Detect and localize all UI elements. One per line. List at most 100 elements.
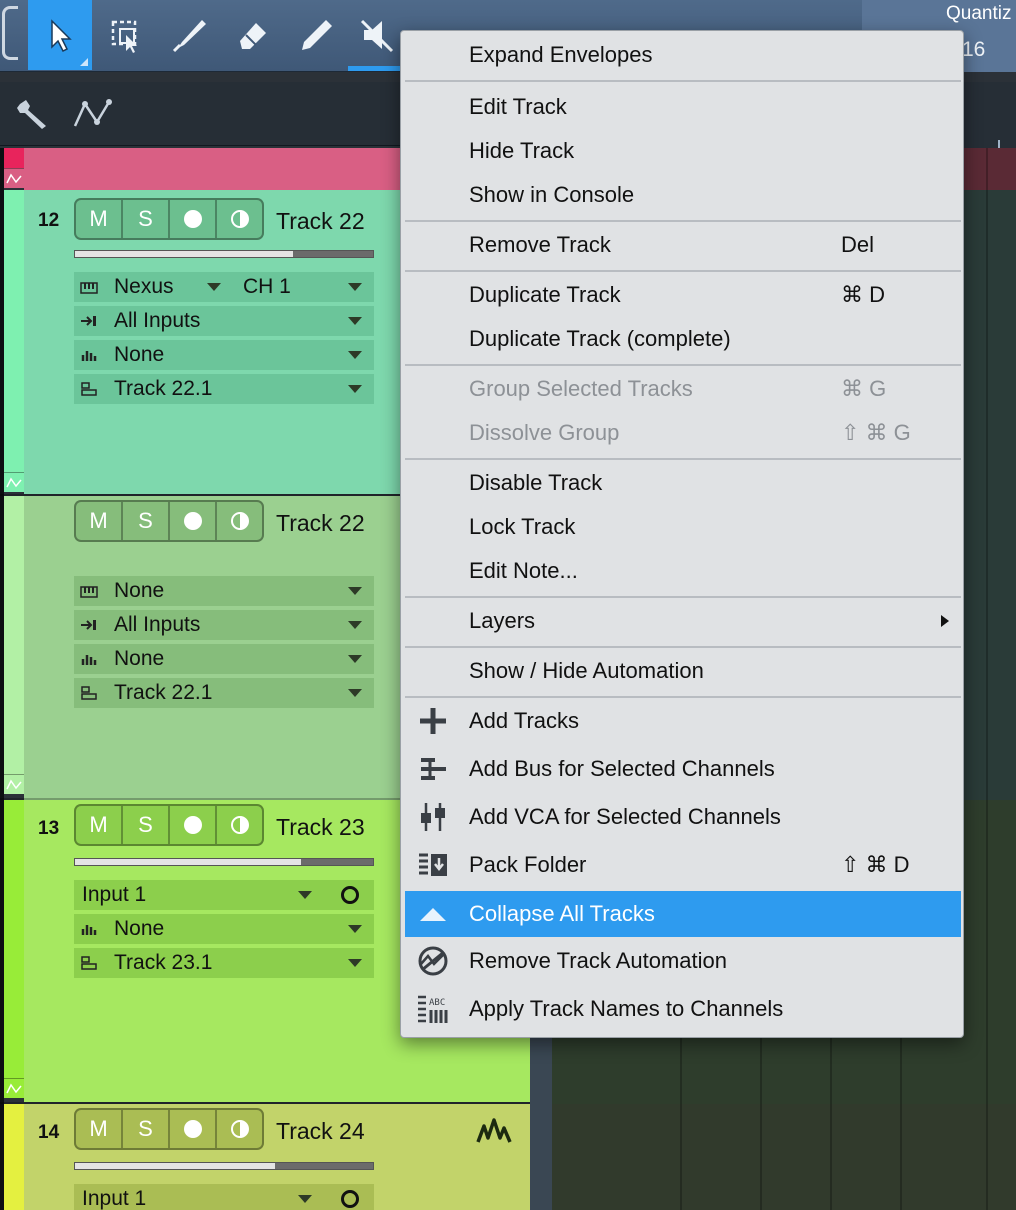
mute-button[interactable]: M — [76, 502, 123, 540]
solo-button[interactable]: S — [123, 806, 170, 844]
eraser-tool-button[interactable] — [220, 0, 284, 70]
track-buttons: M S — [74, 804, 264, 846]
menu-item-edit-track[interactable]: Edit Track — [405, 85, 961, 129]
input-select[interactable]: Input 1 — [74, 880, 324, 910]
input-select[interactable]: All Inputs — [74, 306, 374, 336]
split-tool-button[interactable] — [156, 0, 220, 70]
monitor-button[interactable] — [217, 806, 262, 844]
monitor-button[interactable] — [217, 1110, 262, 1148]
envelope-toggle-icon[interactable] — [4, 168, 24, 188]
track-name[interactable]: Track 22 — [276, 208, 365, 235]
solo-button[interactable]: S — [123, 502, 170, 540]
output-select[interactable]: Track 22.1 — [74, 374, 374, 404]
track24-color-tab[interactable] — [4, 1104, 24, 1210]
output-label: Track 23.1 — [114, 951, 213, 974]
input-row: Input 1 — [74, 1184, 374, 1210]
envelope-toggle-icon[interactable] — [4, 774, 24, 794]
mute-button[interactable]: M — [76, 1110, 123, 1148]
toolbar-bracket — [2, 6, 18, 60]
monitor-button[interactable] — [217, 502, 262, 540]
track22-color-tab[interactable] — [4, 190, 24, 472]
meter-select[interactable]: None — [74, 644, 374, 674]
circle-icon — [341, 1190, 359, 1208]
automation-envelope-icon[interactable] — [72, 96, 112, 132]
solo-button[interactable]: S — [123, 1110, 170, 1148]
track-name[interactable]: Track 23 — [276, 814, 365, 841]
mute-button[interactable]: M — [76, 200, 123, 238]
chevron-down-icon — [348, 621, 362, 629]
menu-item-add-vca[interactable]: Add VCA for Selected Channels — [405, 795, 961, 839]
menu-item-duplicate-track-complete[interactable]: Duplicate Track (complete) — [405, 317, 961, 361]
chevron-down-icon — [348, 317, 362, 325]
midi-channel-select[interactable]: CH 1 — [234, 272, 374, 302]
record-button[interactable] — [170, 200, 217, 238]
record-button[interactable] — [170, 806, 217, 844]
menu-item-lock-track[interactable]: Lock Track — [405, 505, 961, 549]
folder-color-tab[interactable] — [4, 148, 24, 168]
menu-item-remove-track[interactable]: Remove Track Del — [405, 223, 961, 267]
track-name[interactable]: Track 24 — [276, 1118, 365, 1145]
shortcut-label: ⌘ G — [841, 376, 887, 401]
wrench-icon[interactable] — [14, 96, 54, 132]
menu-item-group-selected-tracks: Group Selected Tracks ⌘ G — [469, 376, 887, 401]
volume-fader[interactable] — [74, 858, 374, 866]
track22-layer-color-tab[interactable] — [4, 496, 24, 774]
menu-item-pack-folder[interactable]: Pack Folder ⇧ ⌘ D — [405, 843, 961, 887]
menu-item-apply-track-names[interactable]: ABC Apply Track Names to Channels — [405, 987, 961, 1031]
menu-item-add-tracks[interactable]: Add Tracks — [405, 699, 961, 743]
menu-item-layers[interactable]: Layers — [405, 599, 961, 643]
track23-color-tab[interactable] — [4, 800, 24, 1078]
menu-item-edit-note[interactable]: Edit Note... — [405, 549, 961, 593]
input-monitor-toggle[interactable] — [326, 1184, 374, 1210]
tool-selection-underline — [348, 66, 400, 71]
meter-select[interactable]: None — [74, 914, 374, 944]
monitor-button[interactable] — [217, 200, 262, 238]
input-select[interactable]: All Inputs — [74, 610, 374, 640]
menu-item-duplicate-track[interactable]: Duplicate Track ⌘ D — [405, 273, 961, 317]
record-button[interactable] — [170, 502, 217, 540]
arrow-tool-button[interactable] — [28, 0, 92, 70]
monitor-icon — [230, 210, 249, 228]
output-select[interactable]: Track 23.1 — [74, 948, 374, 978]
instrument-label: Nexus — [114, 275, 174, 298]
output-label: Track 22.1 — [114, 681, 213, 704]
menu-item-show-in-console[interactable]: Show in Console — [405, 173, 961, 217]
submenu-arrow-icon — [941, 615, 949, 627]
range-tool-button[interactable] — [94, 0, 158, 70]
menu-item-disable-track[interactable]: Disable Track — [405, 461, 961, 505]
folder-track-header[interactable] — [24, 148, 400, 190]
pencil-tool-button[interactable] — [284, 0, 348, 70]
input-arrow-icon — [80, 617, 106, 633]
track-header[interactable]: 14 M S Track 24 Input 1 — [24, 1104, 530, 1210]
volume-fader[interactable] — [74, 250, 374, 258]
track-number: 12 — [38, 210, 60, 231]
mute-button[interactable]: M — [76, 806, 123, 844]
meter-select[interactable]: None — [74, 340, 374, 370]
quantize-value[interactable]: 16 — [962, 38, 985, 62]
track-name[interactable]: Track 22 — [276, 510, 365, 537]
track-context-menu: Expand Envelopes Edit Track Hide Track S… — [400, 30, 964, 1038]
input-monitor-toggle[interactable] — [326, 880, 374, 910]
output-select[interactable]: Track 22.1 — [74, 678, 374, 708]
instrument-select[interactable]: None — [74, 576, 374, 606]
instrument-select[interactable]: Nexus — [74, 272, 233, 302]
input-select[interactable]: Input 1 — [74, 1184, 324, 1210]
record-button[interactable] — [170, 1110, 217, 1148]
record-icon — [183, 816, 202, 834]
menu-item-add-bus[interactable]: Add Bus for Selected Channels — [405, 747, 961, 791]
meter-icon — [80, 921, 106, 937]
bus-icon — [415, 751, 451, 787]
input-label: All Inputs — [114, 613, 201, 636]
envelope-toggle-icon[interactable] — [4, 472, 24, 492]
menu-item-hide-track[interactable]: Hide Track — [405, 129, 961, 173]
instrument-label: None — [114, 579, 165, 602]
solo-button[interactable]: S — [123, 200, 170, 238]
menu-item-expand-envelopes[interactable]: Expand Envelopes — [405, 33, 961, 77]
menu-item-collapse-all-tracks[interactable]: Collapse All Tracks — [405, 891, 961, 937]
envelope-toggle-icon[interactable] — [4, 1078, 24, 1098]
chevron-down-icon — [348, 959, 362, 967]
volume-fader[interactable] — [74, 1162, 374, 1170]
menu-item-show-hide-automation[interactable]: Show / Hide Automation — [405, 649, 961, 693]
menu-item-remove-track-automation[interactable]: Remove Track Automation — [405, 939, 961, 983]
meter-icon — [80, 347, 106, 363]
